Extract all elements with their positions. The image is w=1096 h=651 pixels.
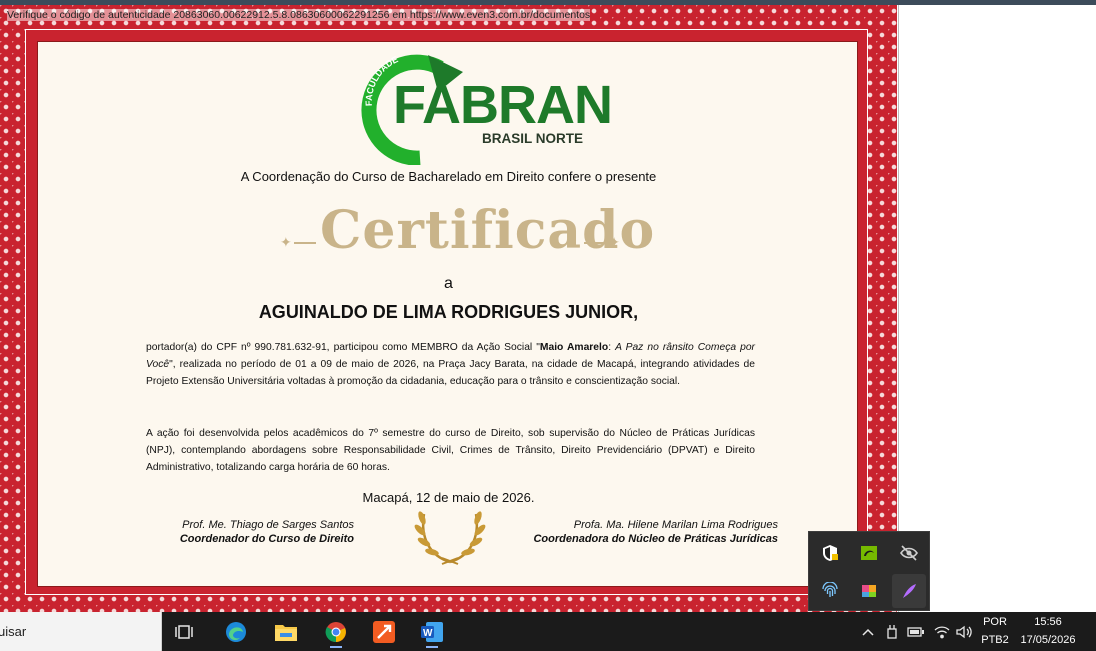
p1-bold: Maio Amarelo [539,342,609,353]
word-active-indicator [426,646,438,648]
hidden-eye-icon[interactable] [894,538,924,568]
chrome-active-indicator [330,646,342,648]
word-icon[interactable]: W [416,616,448,648]
color-app-icon[interactable] [854,576,884,606]
verification-text: Verifique o código de autenticidade 2086… [7,9,591,21]
chevron-up-icon[interactable] [856,616,880,648]
logo-subtitle: BRASIL NORTE [482,131,584,146]
battery-icon[interactable] [904,616,928,648]
keyboard-layout[interactable]: PTB2 [978,634,1012,646]
signature-left-name: Prof. Me. Thiago de Sarges Santos [182,519,354,531]
signature-right-name: Profa. Ma. Hilene Marilan Lima Rodrigues [573,519,778,531]
left-ornament-line [294,242,316,244]
task-view-icon[interactable] [169,616,201,648]
certificate-title: Certificado [320,200,656,261]
signature-left: Prof. Me. Thiago de Sarges Santos Coorde… [94,519,354,545]
right-empty-pane [898,5,1096,612]
tool-app-icon[interactable] [368,616,400,648]
signature-right-role: Coordenadora do Núcleo de Práticas Juríd… [533,533,778,545]
file-explorer-icon[interactable] [270,616,302,648]
clock-time[interactable]: 15:56 [1014,616,1082,628]
taskbar-search-box[interactable]: uisar [0,612,162,651]
signature-left-role: Coordenador do Curso de Direito [179,533,354,545]
intro-text: A Coordenação do Curso de Bacharelado em… [240,169,657,184]
nvidia-icon[interactable] [854,538,884,568]
security-shield-icon[interactable] [815,538,845,568]
edge-icon[interactable] [220,616,252,648]
usb-device-icon[interactable] [880,616,904,648]
fingerprint-icon[interactable] [815,576,845,606]
chrome-icon[interactable] [320,616,352,648]
certificate-title-row: ✦ Certificado ✦ [280,200,656,270]
speaker-icon[interactable] [952,616,976,648]
tray-overflow-flyout [808,531,930,611]
fabran-logo: FACULDADE FABRAN BRASIL NORTE [358,50,613,165]
logo-name: FABRAN [393,75,613,135]
p1-part2: ", realizada no período de 01 a 09 de ma… [146,359,755,387]
taskbar: uisar W POR PTB2 15:56 17/05/2026 [0,612,1096,651]
right-ornament-line [584,242,606,244]
signature-right: Profa. Ma. Hilene Marilan Lima Rodrigues… [518,519,778,545]
recipient-name: AGUINALDO DE LIMA RODRIGUES JUNIOR, [258,302,639,322]
paragraph-details: A ação foi desenvolvida pelos acadêmicos… [146,428,755,473]
svg-text:W: W [423,628,433,639]
feather-pen-icon[interactable] [892,574,926,608]
wifi-icon[interactable] [930,616,954,648]
left-ornament-icon: ✦ [280,234,292,250]
p1-part1: portador(a) do CPF nº 990.781.632-91, pa… [146,342,540,353]
paragraph-participation: portador(a) do CPF nº 990.781.632-91, pa… [146,339,755,390]
search-text: uisar [0,624,27,639]
laurel-wreath-icon [414,511,486,565]
clock-date[interactable]: 17/05/2026 [1014,634,1082,646]
right-ornament-icon: ✦ [608,234,620,250]
a-word: a [444,275,453,292]
input-language[interactable]: POR [978,616,1012,628]
